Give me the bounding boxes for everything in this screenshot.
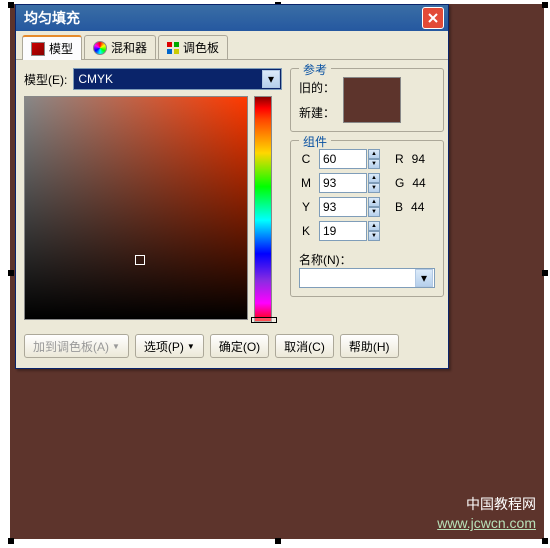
triangle-down-icon: ▼ [112, 342, 120, 351]
add-to-palette-button[interactable]: 加到调色板(A)▼ [24, 334, 129, 358]
selection-handle[interactable] [542, 270, 548, 276]
color-swatch [343, 77, 401, 123]
selection-handle[interactable] [542, 538, 548, 544]
y-spinner[interactable]: 93▲▼ [319, 197, 367, 217]
m-label: M [299, 176, 313, 190]
uniform-fill-dialog: 均匀填充 模型 混和器 调色板 模型(E): CMYK ▾ [15, 4, 449, 369]
selection-handle[interactable] [8, 538, 14, 544]
m-spinner[interactable]: 93▲▼ [319, 173, 367, 193]
g-label: G [395, 176, 404, 190]
b-label: B [395, 200, 403, 214]
tab-mixer[interactable]: 混和器 [84, 35, 156, 59]
chevron-down-icon[interactable]: ▾ [262, 70, 280, 88]
selection-handle[interactable] [275, 538, 281, 544]
y-label: Y [299, 200, 313, 214]
components-fieldset: 组件 C 60▲▼ R94 M 93▲▼ G44 Y 93▲▼ B44 K [290, 140, 444, 297]
tab-model[interactable]: 模型 [22, 35, 82, 60]
selection-handle[interactable] [8, 270, 14, 276]
options-button[interactable]: 选项(P)▼ [135, 334, 204, 358]
c-spinner[interactable]: 60▲▼ [319, 149, 367, 169]
close-icon [427, 12, 439, 24]
model-combo[interactable]: CMYK ▾ [73, 68, 282, 90]
ok-button[interactable]: 确定(O) [210, 334, 269, 358]
close-button[interactable] [422, 7, 444, 29]
c-label: C [299, 152, 313, 166]
spinner-buttons[interactable]: ▲▼ [368, 149, 380, 169]
new-label: 新建： [299, 104, 335, 121]
color-field[interactable] [24, 96, 248, 320]
chevron-down-icon[interactable]: ▾ [415, 269, 433, 287]
r-value: 94 [412, 152, 425, 166]
selection-handle[interactable] [542, 2, 548, 8]
reference-fieldset: 参考 旧的： 新建： [290, 68, 444, 132]
spinner-buttons[interactable]: ▲▼ [368, 221, 380, 241]
hue-slider-thumb[interactable] [251, 317, 277, 323]
spinner-buttons[interactable]: ▲▼ [368, 173, 380, 193]
cancel-button[interactable]: 取消(C) [275, 334, 334, 358]
hue-slider[interactable] [254, 96, 272, 322]
help-button[interactable]: 帮助(H) [340, 334, 399, 358]
selection-handle[interactable] [8, 2, 14, 8]
button-row: 加到调色板(A)▼ 选项(P)▼ 确定(O) 取消(C) 帮助(H) [16, 330, 448, 368]
color-field-marker[interactable] [135, 255, 145, 265]
b-value: 44 [411, 200, 424, 214]
titlebar[interactable]: 均匀填充 [16, 5, 448, 31]
triangle-down-icon: ▼ [187, 342, 195, 351]
r-label: R [395, 152, 404, 166]
model-label: 模型(E): [24, 71, 67, 88]
watermark: 中国教程网 www.jcwcn.com [437, 495, 536, 534]
components-legend: 组件 [299, 133, 331, 150]
watermark-line1: 中国教程网 [437, 495, 536, 515]
reference-legend: 参考 [299, 61, 331, 78]
k-spinner[interactable]: 19▲▼ [319, 221, 367, 241]
name-label: 名称(N)： [299, 251, 352, 268]
dialog-title: 均匀填充 [20, 8, 80, 28]
spinner-buttons[interactable]: ▲▼ [368, 197, 380, 217]
name-combo[interactable]: ▾ [299, 268, 435, 288]
mixer-tab-icon [93, 41, 107, 55]
tab-bar: 模型 混和器 调色板 [16, 31, 448, 60]
model-tab-icon [31, 42, 45, 56]
old-label: 旧的： [299, 79, 335, 96]
g-value: 44 [412, 176, 425, 190]
model-combo-value: CMYK [76, 72, 115, 86]
palette-tab-icon [167, 42, 179, 54]
k-label: K [299, 224, 313, 238]
tab-palette[interactable]: 调色板 [158, 35, 228, 59]
watermark-line2: www.jcwcn.com [437, 514, 536, 534]
